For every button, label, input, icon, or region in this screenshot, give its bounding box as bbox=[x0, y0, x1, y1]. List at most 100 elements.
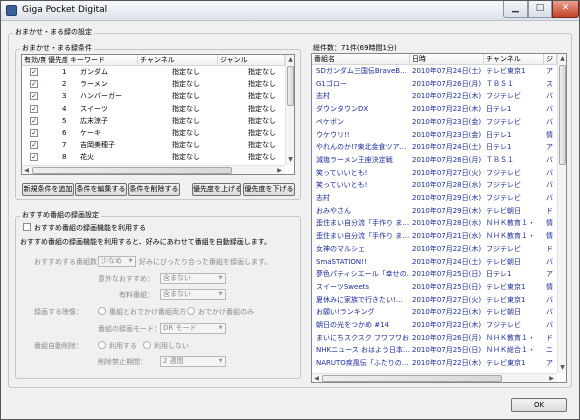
minimize-button[interactable]: ▁ bbox=[503, 1, 528, 18]
condition-row[interactable]: ✓ 7 吉岡美穂子 指定なし 指定なし bbox=[22, 140, 285, 151]
column-header[interactable]: ジャンル bbox=[218, 55, 285, 66]
add-condition-button[interactable]: 新規条件を追加 bbox=[22, 183, 74, 196]
condition-row[interactable]: ✓ 2 ラーメン 指定なし 指定なし bbox=[22, 79, 285, 90]
recorded-row[interactable]: 志村 2010年07月22日(木) フジテレビ バ bbox=[312, 91, 557, 102]
paid-label: 有料番組： bbox=[119, 291, 154, 299]
column-header[interactable]: 優先度 bbox=[46, 55, 68, 66]
scroll-thumb[interactable] bbox=[287, 66, 294, 106]
column-header[interactable]: チャンネル bbox=[484, 54, 544, 65]
recorded-row[interactable]: ウケウリ!! 2010年07月23日(金) 日テレ1 情 bbox=[312, 130, 557, 141]
recorded-row[interactable]: まいにちスクスク フワフワお… 2010年07月26日(月) ＮＨＫ教育１・ ド bbox=[312, 333, 557, 344]
enabled-checkbox[interactable]: ✓ bbox=[30, 153, 38, 162]
program-name-cell: SDガンダム三国伝BraveB… bbox=[316, 67, 408, 75]
conditions-vscrollbar[interactable]: ▲ ▼ bbox=[285, 55, 294, 165]
recorded-hscrollbar[interactable]: ◀ ▶ bbox=[312, 373, 557, 382]
recorded-row[interactable]: 夏休みに家族で行きたい!… 2010年07月27日(火) テレビ東京1 バ bbox=[312, 295, 557, 306]
program-name-cell: まいにちスクスク フワフワお… bbox=[316, 333, 410, 342]
recorded-vscrollbar[interactable]: ▲ ▼ bbox=[557, 54, 566, 373]
edit-condition-button[interactable]: 条件を編集する bbox=[75, 183, 127, 196]
ok-button[interactable]: OK bbox=[511, 398, 567, 412]
column-header[interactable]: チャンネル bbox=[138, 55, 218, 66]
autodelete-on-radio[interactable] bbox=[98, 341, 106, 349]
channel-cell: フジテレビ bbox=[486, 181, 521, 190]
genre-cell: 情 bbox=[546, 219, 553, 228]
recorded-row[interactable]: 歪住まい自分流「手作り ま… 2010年07月21日(水) ＮＨＫ教育１・ 情 bbox=[312, 231, 557, 242]
column-header[interactable]: 有効/無効 bbox=[22, 55, 46, 66]
recorded-row[interactable]: NHKニュース おはよう日本… 2010年07月25日(日) ＮＨＫ総合１・ ニ bbox=[312, 345, 557, 356]
recorded-row[interactable]: おみやさん 2010年07月29日(木) テレビ朝日 ド bbox=[312, 206, 557, 217]
condition-row[interactable]: ✓ 3 ハンバーガー 指定なし 指定なし bbox=[22, 91, 285, 102]
recorded-row[interactable]: NARUTO疾風伝「ふたりの… 2010年07月22日(木) テレビ東京1 ア bbox=[312, 358, 557, 369]
condition-row[interactable]: ✓ 8 花火 指定なし 指定なし bbox=[22, 152, 285, 163]
enabled-checkbox[interactable]: ✓ bbox=[30, 116, 38, 125]
scroll-thumb[interactable] bbox=[32, 167, 232, 174]
recorded-row[interactable]: 志村 2010年07月29日(木) フジテレビ バ bbox=[312, 193, 557, 204]
genre-cell: バ bbox=[546, 105, 553, 114]
column-header[interactable]: 番組名 bbox=[312, 54, 410, 65]
scroll-right-icon[interactable]: ▶ bbox=[547, 374, 556, 382]
scroll-left-icon[interactable]: ◀ bbox=[22, 166, 31, 174]
recorded-row[interactable]: 笑っていいとも! 2010年07月28日(水) フジテレビ バ bbox=[312, 180, 557, 191]
condition-row[interactable]: ✓ 1 ガンダム 指定なし 指定なし bbox=[22, 67, 285, 78]
video-odekake-radio[interactable] bbox=[187, 307, 195, 315]
scroll-up-icon[interactable]: ▲ bbox=[558, 54, 566, 63]
recorded-list[interactable]: 番組名 日時 チャンネルジ SDガンダム三国伝BraveB… 2010年07月24日(… bbox=[311, 53, 567, 383]
recorded-row[interactable]: ペケポン 2010年07月23日(金) フジテレビ バ bbox=[312, 117, 557, 128]
scroll-down-icon[interactable]: ▼ bbox=[558, 363, 566, 372]
video-both-radio[interactable] bbox=[98, 307, 106, 315]
column-header[interactable]: キーワード bbox=[68, 55, 138, 66]
recorded-row[interactable]: スイーツSweets 2010年07月25日(日) テレビ東京1 情 bbox=[312, 282, 557, 293]
scroll-up-icon[interactable]: ▲ bbox=[286, 55, 294, 64]
condition-row[interactable]: ✓ 6 ケーキ 指定なし 指定なし bbox=[22, 128, 285, 139]
genre-cell: 指定なし bbox=[248, 92, 276, 101]
column-header[interactable]: 日時 bbox=[410, 54, 484, 65]
condition-row[interactable]: ✓ 4 スイーツ 指定なし 指定なし bbox=[22, 104, 285, 115]
enabled-checkbox[interactable]: ✓ bbox=[30, 68, 38, 76]
scroll-left-icon[interactable]: ◀ bbox=[312, 374, 321, 382]
close-button[interactable]: ✕ bbox=[552, 1, 579, 18]
enabled-checkbox[interactable]: ✓ bbox=[30, 80, 38, 89]
paid-select[interactable]: 含まない ▼ bbox=[160, 289, 226, 300]
program-name-cell: 歪住まい自分流「手作り ま… bbox=[316, 232, 410, 241]
enabled-checkbox[interactable]: ✓ bbox=[30, 129, 38, 137]
enabled-checkbox[interactable]: ✓ bbox=[30, 92, 38, 101]
scroll-thumb[interactable] bbox=[322, 375, 502, 382]
recorded-row[interactable]: G1ゴロー 2010年07月26日(月) ＴＢＳ１ ス bbox=[312, 79, 557, 90]
recorded-row[interactable]: SDガンダム三国伝BraveB… 2010年07月24日(土) テレビ東京1 ア bbox=[312, 66, 557, 77]
recommend-enable-checkbox[interactable] bbox=[23, 223, 31, 231]
unexpected-select[interactable]: 含まない ▼ bbox=[160, 273, 226, 284]
recorded-row[interactable]: やれんのか!?東北金食ツア… 2010年07月24日(土) 日テレ1 ア bbox=[312, 142, 557, 153]
program-name-cell: 歪住まい自分流「手作り ま… bbox=[316, 219, 410, 228]
genre-cell: バ bbox=[546, 117, 553, 126]
enabled-checkbox[interactable]: ✓ bbox=[30, 104, 38, 113]
delete-condition-button[interactable]: 条件を削除する bbox=[128, 183, 180, 196]
scroll-thumb[interactable] bbox=[559, 65, 566, 165]
recorded-row[interactable]: 夢色パティシエール「幸せの… 2010年07月25日(日) 日テレ1 ア bbox=[312, 269, 557, 280]
recorded-row[interactable]: ダウンタウンDX 2010年07月22日(木) 日テレ1 バ bbox=[312, 104, 557, 115]
recorded-row[interactable]: 朝日の光をつかめ #14 2010年07月22日(木) フジテレビ バ bbox=[312, 320, 557, 331]
conditions-hscrollbar[interactable]: ◀ ▶ bbox=[22, 165, 285, 174]
conditions-list[interactable]: 有効/無効優先度キーワードチャンネルジャンル ✓1ガンダム指定なし指定なし✓2ラ… bbox=[21, 54, 295, 175]
protect-select[interactable]: 2 週間 ▼ bbox=[160, 356, 226, 367]
recorded-row[interactable]: SmaSTATION!! 2010年07月24日(土) テレビ朝日 バ bbox=[312, 257, 557, 268]
recorded-row[interactable]: お願い!ランキング 2010年07月22日(木) テレビ朝日 バ bbox=[312, 307, 557, 318]
condition-row[interactable]: ✓ 5 広末涼子 指定なし 指定なし bbox=[22, 116, 285, 127]
video-odekake-label: おでかけ番組のみ bbox=[198, 308, 254, 316]
count-select[interactable]: 少なめ ▼ bbox=[98, 256, 136, 267]
lower-priority-button[interactable]: 優先度を下げる bbox=[243, 183, 295, 196]
mode-select-value: DR モード bbox=[163, 324, 197, 332]
recorded-row[interactable]: 女神のマルシェ 2010年07月22日(木) フジテレビ ド bbox=[312, 244, 557, 255]
program-name-cell: 笑っていいとも! bbox=[316, 181, 368, 190]
recorded-row[interactable]: 笑っていいとも! 2010年07月27日(火) フジテレビ バ bbox=[312, 168, 557, 179]
autodelete-off-radio[interactable] bbox=[143, 341, 151, 349]
scroll-down-icon[interactable]: ▼ bbox=[286, 155, 294, 164]
maximize-button[interactable]: □ bbox=[528, 1, 552, 18]
date-cell: 2010年07月24日(土) bbox=[412, 67, 482, 75]
enabled-checkbox[interactable]: ✓ bbox=[30, 141, 38, 150]
raise-priority-button[interactable]: 優先度を上げる bbox=[192, 183, 241, 196]
recorded-row[interactable]: 歪住まい自分流「手作り ま… 2010年07月28日(水) ＮＨＫ教育１・ 情 bbox=[312, 218, 557, 229]
column-header[interactable]: ジ bbox=[544, 54, 557, 65]
recorded-row[interactable]: 減塩ラーメン王座決定戦 2010年07月26日(月) ＴＢＳ１ バ bbox=[312, 155, 557, 166]
scroll-right-icon[interactable]: ▶ bbox=[275, 166, 284, 174]
mode-select[interactable]: DR モード ▼ bbox=[160, 323, 226, 334]
